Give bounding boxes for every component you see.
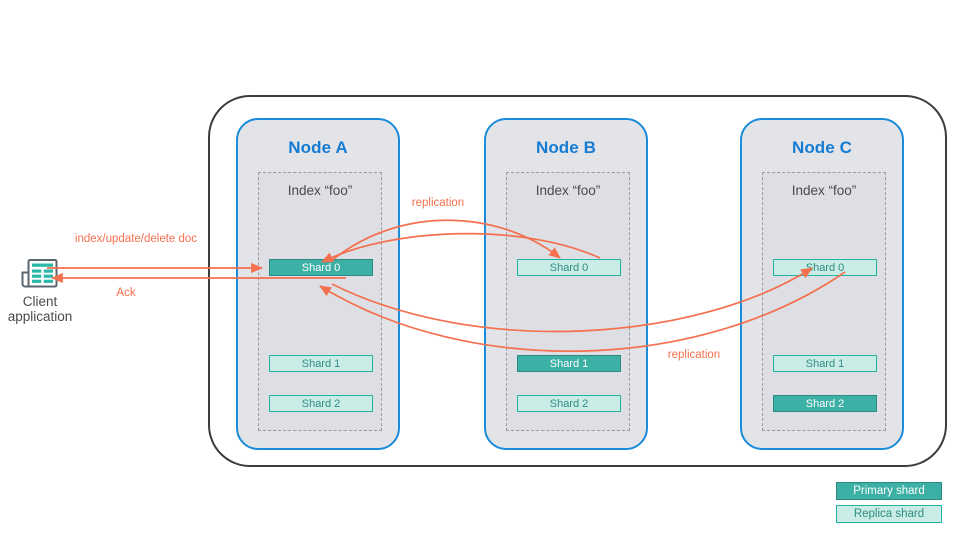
client-label-line1: Client bbox=[22, 294, 58, 309]
index-label-b: Index “foo” bbox=[535, 183, 601, 198]
index-label-a: Index “foo” bbox=[287, 183, 353, 198]
flow-label-replication-c: replication bbox=[667, 349, 721, 361]
shard-a-2[interactable]: Shard 2 bbox=[269, 395, 373, 412]
index-box-c: Index “foo” Shard 0 Shard 1 Shard 2 bbox=[762, 172, 886, 431]
node-panel-b[interactable]: Node B Index “foo” Shard 0 Shard 1 Shard… bbox=[484, 118, 648, 450]
index-box-b: Index “foo” Shard 0 Shard 1 Shard 2 bbox=[506, 172, 630, 431]
shard-b-0[interactable]: Shard 0 bbox=[517, 259, 621, 276]
client-label: Client application bbox=[0, 294, 80, 324]
legend: Primary shard Replica shard bbox=[836, 482, 942, 528]
shard-c-1[interactable]: Shard 1 bbox=[773, 355, 877, 372]
legend-item-replica: Replica shard bbox=[836, 505, 942, 523]
flow-label-replication-b: replication bbox=[411, 197, 465, 209]
index-label-c: Index “foo” bbox=[791, 183, 857, 198]
shard-b-2[interactable]: Shard 2 bbox=[517, 395, 621, 412]
legend-item-primary: Primary shard bbox=[836, 482, 942, 500]
node-panel-c[interactable]: Node C Index “foo” Shard 0 Shard 1 Shard… bbox=[740, 118, 904, 450]
document-icon bbox=[21, 259, 58, 288]
shard-b-1[interactable]: Shard 1 bbox=[517, 355, 621, 372]
node-title-a: Node A bbox=[288, 138, 348, 157]
node-panel-a[interactable]: Node A Index “foo” Shard 0 Shard 1 Shard… bbox=[236, 118, 400, 450]
shard-a-1[interactable]: Shard 1 bbox=[269, 355, 373, 372]
flow-label-ack: Ack bbox=[116, 287, 136, 299]
shard-c-0[interactable]: Shard 0 bbox=[773, 259, 877, 276]
shard-c-2[interactable]: Shard 2 bbox=[773, 395, 877, 412]
index-box-a: Index “foo” Shard 0 Shard 1 Shard 2 bbox=[258, 172, 382, 431]
node-title-b: Node B bbox=[535, 138, 597, 157]
client-application[interactable]: Client application bbox=[0, 255, 80, 324]
shard-a-0[interactable]: Shard 0 bbox=[269, 259, 373, 276]
flow-label-request: index/update/delete doc bbox=[74, 233, 198, 245]
node-title-c: Node C bbox=[791, 138, 853, 157]
client-label-line2: application bbox=[7, 309, 73, 324]
diagram-canvas: Node A Index “foo” Shard 0 Shard 1 Shard… bbox=[0, 0, 960, 540]
